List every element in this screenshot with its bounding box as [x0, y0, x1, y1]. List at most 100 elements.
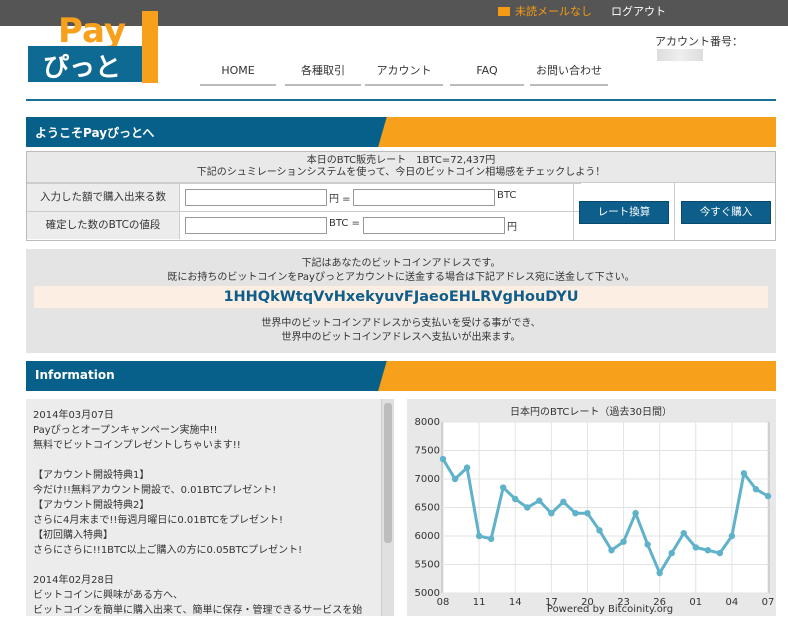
btc-amount-input[interactable] [185, 217, 327, 234]
y-tick-label: 6000 [415, 531, 440, 542]
nav-contact[interactable]: お問い合わせ [530, 62, 608, 86]
data-point [487, 535, 495, 543]
payppitto-logo[interactable]: Pay ぴっと [26, 6, 164, 86]
nav-home[interactable]: HOME [200, 62, 276, 86]
info-line: 【初回購入特典】 [33, 530, 113, 541]
y-tick-label: 5500 [415, 560, 440, 571]
mail-icon [498, 7, 510, 16]
x-tick-label: 11 [473, 597, 486, 608]
info-line: ビットコインを簡単に購入出来て、簡単に保存・管理できるサービスを始 [33, 605, 363, 616]
data-point [463, 464, 471, 471]
btc-rate-chart-panel: 日本円のBTCレート（過去30日間） 8000 7500 7000 6500 6000 55… [407, 399, 776, 616]
data-point [632, 510, 639, 517]
rate-convert-button[interactable]: レート換算 [579, 201, 669, 224]
info-line: 【アカウント開設特典2】 [33, 500, 150, 511]
data-point [656, 569, 663, 577]
yen-eq-label: 円 = [329, 194, 351, 205]
information-banner: Information [26, 361, 776, 391]
row2-label: 確定した数のBTCの値段 [27, 212, 180, 239]
info-line: 2014年02月28日 [33, 575, 114, 586]
info-line: 無料でビットコインプレゼントしちゃいます!! [33, 440, 241, 451]
data-point [764, 492, 772, 500]
y-tick-label: 7500 [415, 446, 440, 457]
data-point [716, 549, 724, 557]
account-number-label: アカウント番号： [655, 35, 743, 48]
y-tick-label: 7000 [415, 474, 440, 485]
calc-row-btc-to-yen: 確定した数のBTCの値段 BTC = 円 [27, 211, 581, 239]
rate-calculator: 本日のBTC販売レート 1BTC=72,437円 下記のシュミレーションシステム… [26, 151, 776, 241]
chart-title: 日本円のBTCレート（過去30日間） [510, 405, 672, 418]
info-line: 今だけ!!無料アカウント開設で、0.01BTCプレゼント! [33, 485, 277, 496]
x-tick-label: 04 [726, 597, 739, 608]
x-tick-label: 01 [689, 597, 702, 608]
data-point [548, 510, 555, 517]
data-point [644, 541, 651, 548]
mail-status[interactable]: 未読メールなし [498, 3, 592, 19]
data-point [692, 544, 699, 551]
data-point [475, 532, 483, 540]
data-point [740, 470, 748, 477]
data-point [608, 547, 615, 554]
info-line: さらにさらに!!1BTC以上ご購入の方に0.05BTCプレゼント! [33, 545, 303, 556]
data-point [439, 455, 447, 463]
data-point [560, 498, 567, 505]
data-point [704, 547, 712, 554]
info-line: Payぴっとオープンキャンペーン実施中!! [33, 425, 218, 436]
account-number-value [657, 49, 703, 61]
information-list: 2014年03月07日 Payぴっとオープンキャンペーン実施中!! 無料でビットコイ… [26, 399, 393, 616]
y-tick-label: 6500 [415, 503, 440, 514]
x-tick-label: 08 [437, 597, 450, 608]
yen-result-input[interactable] [363, 217, 505, 234]
data-point [680, 529, 687, 537]
info-line: ビットコインに興味がある方へ、 [33, 590, 183, 601]
calc-divider-1 [573, 183, 574, 240]
yen-amount-input[interactable] [185, 189, 327, 206]
nav-faq[interactable]: FAQ [450, 62, 524, 86]
buy-now-button[interactable]: 今すぐ購入 [681, 201, 771, 224]
header-divider [26, 99, 776, 101]
address-line1: 下記はあなたのビットコインアドレスです。 [301, 258, 501, 269]
row1-label: 入力した額で購入出来る数 [27, 184, 180, 211]
info-line: さらに4月末まで!!毎週月曜日に0.01BTCをプレゼント! [33, 515, 284, 526]
btc-result-input[interactable] [353, 189, 495, 206]
yen-unit-label: 円 [507, 222, 517, 233]
data-point [451, 475, 459, 483]
information-text: 2014年03月07日 Payぴっとオープンキャンペーン実施中!! 無料でビットコイ… [33, 408, 383, 616]
scrollbar-thumb[interactable] [384, 403, 392, 543]
address-line4: 世界中のビットコインアドレスへ支払いが出来ます。 [281, 332, 521, 343]
data-point [524, 504, 531, 511]
address-line3: 世界中のビットコインアドレスから支払いを受ける事ができ、 [261, 318, 541, 329]
mail-status-text: 未読メールなし [515, 5, 592, 18]
data-point [512, 495, 519, 503]
logo-pay-text: Pay [58, 11, 126, 51]
logout-link[interactable]: ログアウト [611, 3, 666, 19]
info-line: 2014年03月07日 [33, 410, 114, 421]
data-point [584, 510, 591, 517]
chart-footer: Powered by Bitcoinity.org [547, 604, 673, 615]
btc-rate-text: 本日のBTC販売レート 1BTC=72,437円 [306, 155, 496, 166]
account-number: アカウント番号： [655, 33, 788, 62]
data-point [499, 484, 507, 491]
address-line2: 既にお持ちのビットコインをPayぴっとアカウントに送金する場合は下記アドレス宛に… [167, 272, 635, 283]
nav-transactions[interactable]: 各種取引 [285, 62, 361, 86]
calculator-header: 本日のBTC販売レート 1BTC=72,437円 下記のシュミレーションシステム… [27, 152, 775, 183]
welcome-title: ようこそPayぴっとへ [35, 126, 155, 140]
data-point [668, 549, 675, 557]
bitcoin-address[interactable]: 1HHQkWtqVvHxekyuvFJaeoEHLRVgHouDYU [34, 286, 768, 308]
nav-account[interactable]: アカウント [365, 62, 443, 86]
btc-eq-label: BTC = [329, 218, 360, 229]
info-line: 【アカウント開設特典1】 [33, 470, 150, 481]
btc-unit-label: BTC [497, 190, 517, 201]
data-point [728, 532, 736, 540]
information-title: Information [35, 368, 115, 382]
information-scrollbar[interactable] [381, 399, 394, 616]
info-line [33, 453, 383, 468]
data-point [596, 527, 603, 534]
welcome-banner: ようこそPayぴっとへ [26, 117, 776, 147]
btc-rate-chart: 日本円のBTCレート（過去30日間） 8000 7500 7000 6500 6000 55… [415, 405, 775, 615]
x-tick-label: 14 [509, 597, 522, 608]
data-point [752, 486, 760, 493]
logo-text: ぴっと [43, 53, 121, 83]
data-point [572, 510, 579, 517]
simulation-text: 下記のシュミレーションシステムを使って、今日のビットコイン相場感をチェックしよう… [196, 167, 606, 178]
